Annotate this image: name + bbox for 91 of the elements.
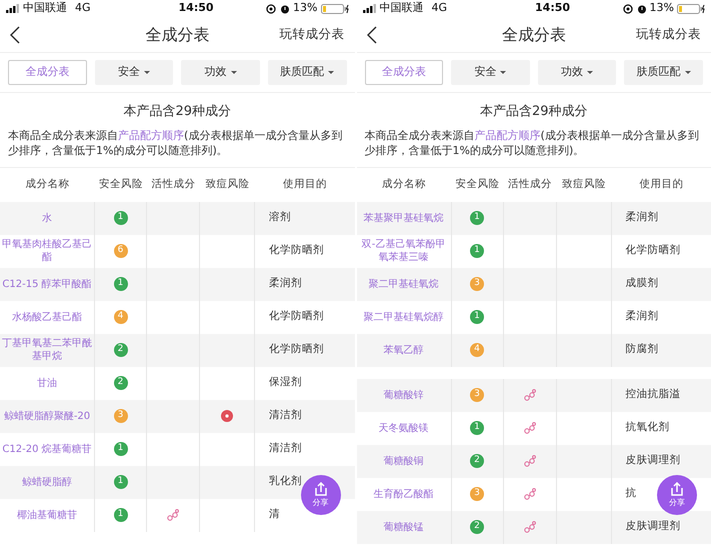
carrier-name: 中国联通	[380, 0, 424, 16]
safety-score-badge: 3	[114, 409, 128, 423]
safety-score-badge: 4	[114, 310, 128, 324]
share-icon	[670, 482, 684, 496]
usage-purpose: 清	[269, 507, 280, 522]
battery-percent: 13%	[293, 0, 318, 16]
alarm-icon	[636, 4, 647, 14]
usage-purpose: 柔润剂	[626, 210, 658, 226]
alarm-icon	[280, 4, 290, 14]
column-header: 成分名称	[382, 176, 426, 192]
safety-score-badge: 2	[114, 343, 128, 357]
filter-tab[interactable]: 安全	[451, 60, 530, 85]
source-note: 本商品全成分表来源自产品配方顺序(成分表根据单一成分含量从多到少排序，含量低于1%的成分可以随意排列)。	[356, 128, 711, 168]
usage-purpose: 皮肤调理剂	[626, 453, 680, 468]
column-header: 活性成分	[508, 176, 552, 192]
safety-score-badge: 1	[114, 475, 128, 489]
usage-purpose: 皮肤调理剂	[626, 519, 680, 534]
page-title: 全成分表	[500, 24, 567, 46]
signal-icon	[6, 4, 20, 13]
formula-order-link[interactable]: 产品配方顺序	[118, 128, 184, 142]
ingredient-guide-link[interactable]: 玩转成分表	[274, 25, 344, 44]
safety-score-badge: 1	[114, 442, 128, 456]
filter-tab[interactable]: 肤质匹配	[268, 60, 346, 85]
column-header: 安全风险	[99, 176, 143, 192]
usage-purpose: 清洁剂	[269, 408, 302, 424]
battery-icon	[320, 4, 348, 14]
usage-purpose: 防腐剂	[626, 342, 658, 358]
clock-time: 14:50	[535, 0, 570, 16]
ingredient-count: 本产品含29种成分	[478, 103, 589, 121]
ingredient-guide-link[interactable]: 玩转成分表	[631, 25, 701, 44]
battery-percent: 13%	[650, 0, 674, 16]
share-icon	[314, 482, 328, 496]
back-icon	[366, 26, 376, 44]
usage-purpose: 化学防晒剂	[269, 243, 324, 258]
safety-score-badge: 1	[470, 244, 484, 258]
usage-purpose: 抗	[626, 486, 636, 502]
filter-tab[interactable]: 功效	[181, 60, 260, 85]
safety-score-badge: 2	[470, 454, 484, 468]
filter-tab[interactable]: 功效	[538, 60, 616, 85]
battery-icon	[677, 4, 705, 14]
column-header: 使用目的	[282, 176, 327, 192]
safety-score-badge: 6	[114, 244, 128, 258]
safety-score-badge: 4	[470, 343, 484, 357]
usage-purpose: 柔润剂	[626, 309, 658, 324]
column-header: 致痘风险	[206, 176, 250, 192]
usage-purpose: 溶剂	[269, 210, 291, 226]
column-header: 成分名称	[26, 176, 70, 192]
filter-tab[interactable]: 肤质匹配	[624, 60, 703, 85]
page-title: 全成分表	[144, 24, 210, 46]
filter-tab[interactable]: 全成分表	[364, 60, 444, 85]
carrier-name: 中国联通	[23, 0, 67, 16]
safety-score-badge: 2	[114, 376, 128, 390]
safety-score-badge: 1	[470, 421, 484, 435]
signal-icon	[362, 4, 376, 13]
usage-purpose: 化学防晒剂	[626, 243, 680, 258]
safety-score-badge: 1	[470, 211, 484, 225]
column-header: 致痘风险	[562, 176, 606, 192]
filter-tab[interactable]: 安全	[94, 60, 174, 85]
column-header: 安全风险	[456, 176, 500, 192]
usage-purpose: 化学防晒剂	[269, 309, 324, 324]
safety-score-badge: 1	[114, 508, 128, 522]
usage-purpose: 柔润剂	[269, 276, 302, 292]
usage-purpose: 控油抗脂溢	[626, 387, 680, 402]
usage-purpose: 乳化剂	[269, 474, 302, 490]
back-icon	[10, 26, 20, 44]
filter-tab[interactable]: 全成分表	[8, 60, 87, 85]
usage-purpose: 化学防晒剂	[269, 342, 324, 358]
safety-score-badge: 3	[470, 277, 484, 291]
safety-score-badge: 2	[470, 520, 484, 534]
usage-purpose: 抗氧化剂	[626, 420, 670, 436]
lock-rotation-icon	[266, 4, 276, 14]
clock-time: 14:50	[178, 0, 214, 16]
safety-score-badge: 3	[470, 388, 484, 402]
safety-score-badge: 1	[114, 211, 128, 225]
ingredient-count: 本产品含29种成分	[122, 103, 232, 121]
ingredient-name[interactable]: 椰油基葡糖苷	[0, 498, 95, 532]
safety-score-badge: 1	[114, 277, 128, 291]
usage-purpose: 成膜剂	[626, 276, 658, 292]
usage-purpose: 清洁剂	[269, 441, 302, 456]
column-header: 使用目的	[639, 176, 684, 192]
formula-order-link[interactable]: 产品配方顺序	[474, 128, 540, 142]
lock-rotation-icon	[622, 4, 633, 14]
ingredient-name[interactable]: 苯氧乙醇	[356, 334, 452, 366]
safety-score-badge: 1	[470, 310, 484, 324]
column-header: 活性成分	[152, 176, 196, 192]
usage-purpose: 保湿剂	[269, 375, 302, 390]
network-type: 4G	[75, 0, 91, 16]
ingredient-name[interactable]: 葡糖酸锰	[356, 510, 452, 544]
source-note: 本商品全成分表来源自产品配方顺序(成分表根据单一成分含量从多到少排序，含量低于1%的成分可以随意排列)。	[0, 128, 354, 168]
safety-score-badge: 3	[470, 487, 484, 501]
network-type: 4G	[432, 0, 448, 16]
